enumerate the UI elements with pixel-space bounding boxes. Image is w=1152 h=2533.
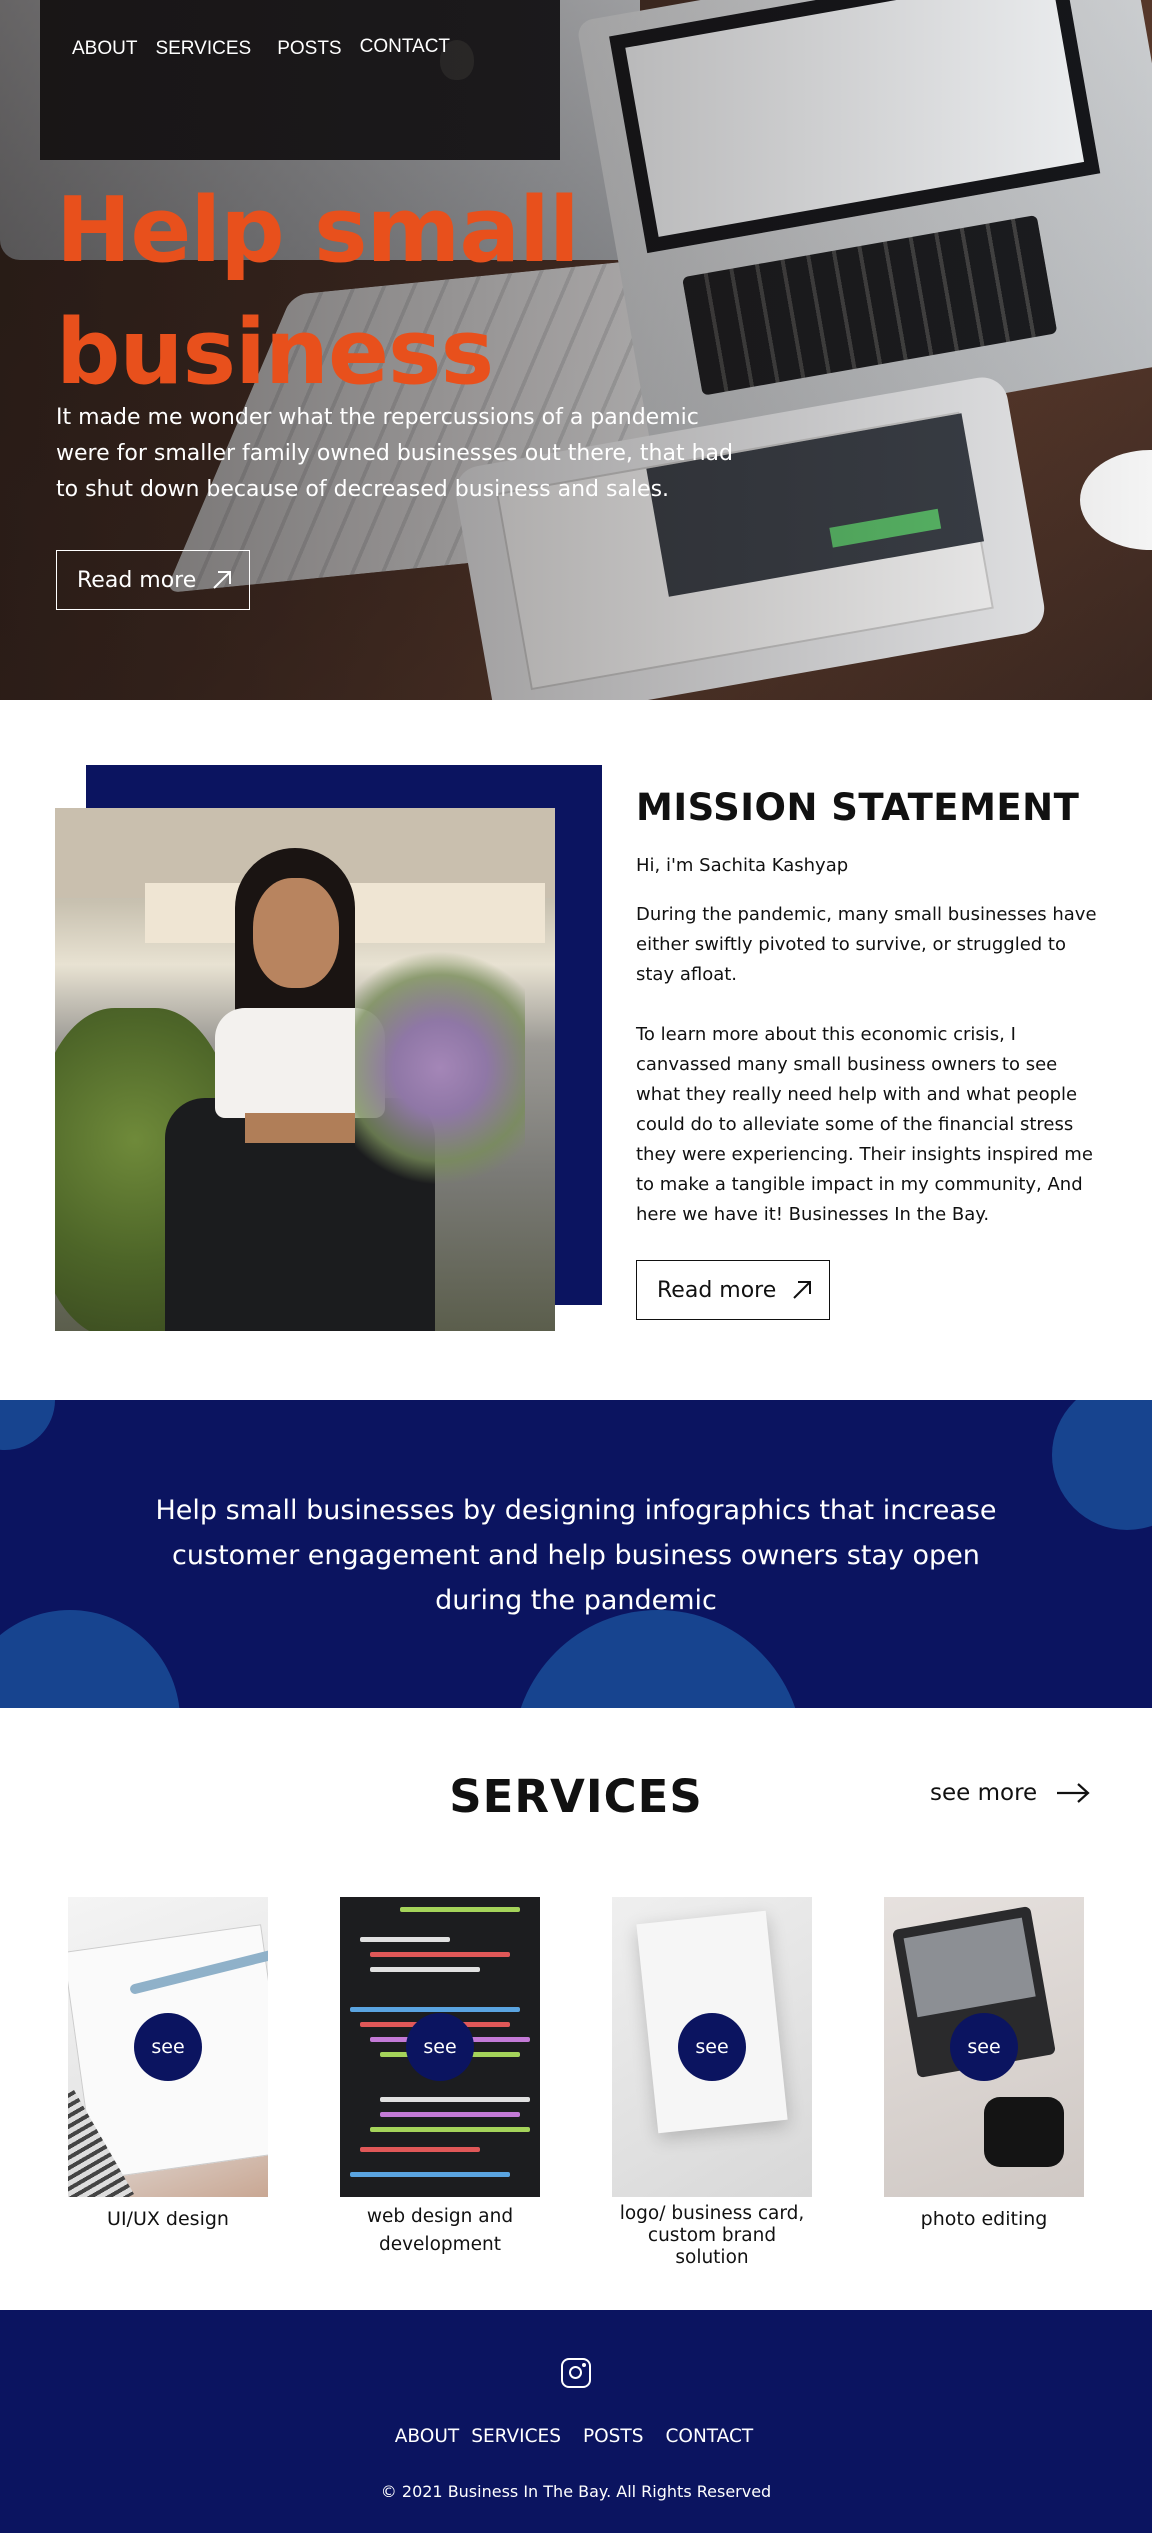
mission-read-more-label: Read more	[657, 1277, 777, 1303]
service-card-photo[interactable]: see photo editing	[884, 1897, 1084, 2233]
service-caption: web design and development	[366, 2206, 514, 2255]
decor-circle	[513, 1610, 803, 1708]
mission-greeting: Hi, i'm Sachita Kashyap	[636, 855, 849, 876]
mission-title: MISSION STATEMENT	[636, 786, 1080, 829]
footer-nav-about[interactable]: ABOUT	[395, 2426, 459, 2447]
arrow-up-right-icon	[793, 1281, 812, 1299]
mission-paragraph-2: To learn more about this economic crisis…	[636, 1024, 1093, 1225]
mission-paragraph-1: During the pandemic, many small business…	[636, 904, 1097, 985]
nav-posts[interactable]: POSTS	[277, 38, 341, 60]
hero-read-more-button[interactable]: Read more	[56, 550, 250, 610]
service-caption: photo editing	[920, 2208, 1048, 2230]
nav-services[interactable]: SERVICES	[155, 38, 251, 60]
decor-circle	[1052, 1400, 1152, 1530]
service-card-uiux[interactable]: see UI/UX design	[68, 1897, 268, 2233]
see-button[interactable]: see	[134, 2013, 202, 2081]
service-card-logo[interactable]: see logo/ business card, custom brand so…	[612, 1897, 812, 2269]
footer: ABOUT SERVICES POSTS CONTACT © 2021 Busi…	[0, 2310, 1152, 2533]
footer-nav-services[interactable]: SERVICES	[471, 2426, 561, 2447]
decor-circle	[0, 1610, 180, 1708]
footer-nav-posts[interactable]: POSTS	[583, 2426, 644, 2447]
nav-about[interactable]: ABOUT	[72, 38, 137, 60]
copyright: © 2021 Business In The Bay. All Rights R…	[380, 2482, 772, 2501]
see-more-label: see more	[930, 1780, 1038, 1806]
service-image-logo: see	[612, 1897, 812, 2197]
instagram-icon[interactable]	[561, 2358, 591, 2388]
hero-read-more-label: Read more	[77, 567, 197, 593]
hero-title: Help small business	[56, 178, 580, 405]
service-caption: UI/UX design	[107, 2208, 229, 2230]
banner-text: Help small businesses by designing infog…	[155, 1495, 997, 1616]
portrait-photo	[55, 808, 555, 1331]
see-button[interactable]: see	[406, 2013, 474, 2081]
hero-text: It made me wonder what the repercussions…	[56, 405, 733, 502]
service-card-web[interactable]: see web design and development	[340, 1897, 540, 2259]
service-caption: logo/ business card, custom brand soluti…	[619, 2203, 805, 2268]
nav-contact[interactable]: CONTACT	[360, 36, 450, 58]
service-image-photo: see	[884, 1897, 1084, 2197]
see-button[interactable]: see	[678, 2013, 746, 2081]
mission-read-more-button[interactable]: Read more	[636, 1260, 830, 1320]
service-image-web: see	[340, 1897, 540, 2197]
hero-section: ABOUT SERVICES POSTS CONTACT Help small …	[0, 0, 1152, 700]
top-nav: ABOUT SERVICES POSTS CONTACT	[72, 36, 468, 60]
see-button[interactable]: see	[950, 2013, 1018, 2081]
see-more-link[interactable]: see more	[930, 1780, 1091, 1806]
service-image-uiux: see	[68, 1897, 268, 2197]
footer-nav-contact[interactable]: CONTACT	[665, 2426, 753, 2447]
arrow-up-right-icon	[213, 571, 232, 589]
footer-nav: ABOUT SERVICES POSTS CONTACT	[0, 2426, 1152, 2447]
decor-circle	[0, 1400, 55, 1450]
mission-banner: Help small businesses by designing infog…	[0, 1400, 1152, 1708]
arrow-right-icon	[1057, 1783, 1090, 1803]
